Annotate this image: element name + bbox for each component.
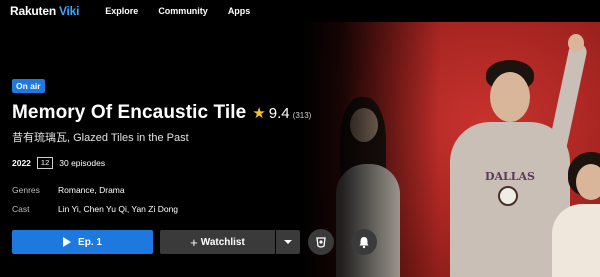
cast-value: Lin Yi, Chen Yu Qi, Yan Zi Dong: [58, 204, 179, 214]
nav-explore[interactable]: Explore: [105, 6, 138, 16]
episode-count: 30 episodes: [59, 158, 106, 168]
add-to-watchlist-button[interactable]: + Watchlist: [160, 230, 275, 254]
genres-label: Genres: [12, 185, 40, 195]
play-icon: [63, 237, 72, 247]
notify-button[interactable]: [351, 229, 377, 255]
rakuten-viki-logo[interactable]: Rakuten Viki: [10, 4, 80, 18]
genres-row: Genres Romance, Drama: [12, 185, 332, 195]
genres-value: Romance, Drama: [58, 185, 125, 195]
on-air-badge: On air: [12, 79, 45, 93]
play-episode-button[interactable]: Ep. 1: [12, 230, 153, 254]
logo-brand: Rakuten: [10, 4, 56, 18]
title-row: Memory Of Encaustic Tile ★ 9.4 (313): [12, 102, 332, 124]
top-nav: Rakuten Viki Explore Community Apps: [0, 0, 600, 22]
logo-product: Viki: [58, 4, 80, 18]
watchlist-button-group: + Watchlist: [160, 230, 300, 254]
bell-icon: [359, 237, 369, 249]
cast-label: Cast: [12, 204, 30, 214]
show-title: Memory Of Encaustic Tile: [12, 102, 247, 123]
release-year: 2022: [12, 158, 31, 168]
show-info: On air Memory Of Encaustic Tile ★ 9.4 (3…: [12, 76, 332, 214]
star-icon: ★: [252, 105, 266, 122]
viki-pass-icon: [316, 237, 326, 248]
cast-row: Cast Lin Yi, Chen Yu Qi, Yan Zi Dong: [12, 204, 332, 214]
watchlist-label: Watchlist: [200, 236, 245, 248]
rating-count: (313): [292, 111, 312, 120]
play-episode-label: Ep. 1: [78, 236, 102, 248]
chevron-down-icon: [284, 240, 292, 244]
nav-apps[interactable]: Apps: [228, 6, 251, 16]
alternate-title: 昔有琉璃瓦, Glazed Tiles in the Past: [12, 132, 189, 144]
plus-icon: +: [190, 234, 198, 250]
age-rating-badge: 12: [36, 157, 54, 169]
viki-pass-button[interactable]: [308, 229, 334, 255]
nav-community[interactable]: Community: [158, 6, 208, 16]
rating-value: 9.4: [268, 105, 290, 122]
meta-row: 2022 12 30 episodes: [12, 157, 332, 169]
watchlist-dropdown-button[interactable]: [276, 230, 300, 254]
